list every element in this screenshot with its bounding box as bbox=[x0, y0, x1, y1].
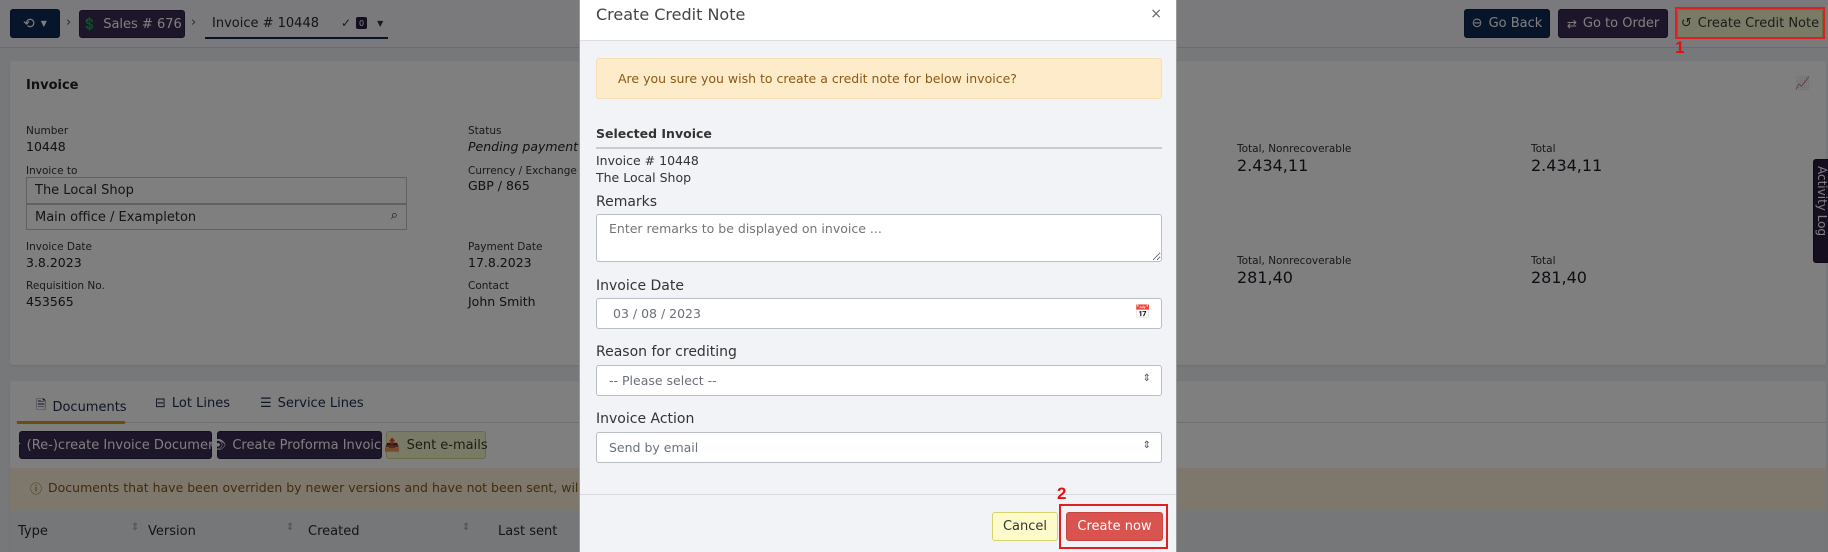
modal-header: Create Credit Note × bbox=[580, 0, 1176, 41]
select-arrows-icon: ⇕ bbox=[1142, 440, 1151, 451]
confirmation-alert: Are you sure you wish to create a credit… bbox=[596, 58, 1162, 99]
invoice-action-select[interactable]: Send by email ⇕ bbox=[596, 432, 1162, 463]
selected-invoice-number: Invoice # 10448 bbox=[596, 153, 699, 168]
modal-title: Create Credit Note bbox=[596, 5, 746, 24]
remarks-label: Remarks bbox=[596, 194, 658, 210]
selected-invoice-divider bbox=[596, 147, 1162, 149]
invoice-date-input[interactable]: 03 / 08 / 2023 📅 bbox=[596, 298, 1162, 329]
annotation-label-step-1: 1 bbox=[1675, 38, 1685, 57]
modal-footer-divider bbox=[580, 494, 1176, 495]
selected-invoice-heading: Selected Invoice bbox=[596, 126, 712, 141]
close-icon[interactable]: × bbox=[1150, 6, 1162, 22]
invoice-date-label: Invoice Date bbox=[596, 278, 684, 294]
select-arrows-icon: ⇕ bbox=[1142, 373, 1151, 384]
invoice-action-label: Invoice Action bbox=[596, 411, 695, 427]
create-credit-note-modal: Create Credit Note × Are you sure you wi… bbox=[579, 0, 1177, 552]
selected-invoice-customer: The Local Shop bbox=[596, 170, 692, 185]
reason-selected-value: -- Please select -- bbox=[609, 373, 717, 388]
cancel-button[interactable]: Cancel bbox=[992, 512, 1058, 541]
reason-select[interactable]: -- Please select -- ⇕ bbox=[596, 365, 1162, 396]
reason-label: Reason for crediting bbox=[596, 344, 737, 360]
cancel-label: Cancel bbox=[1002, 519, 1048, 534]
annotation-label-step-2: 2 bbox=[1057, 484, 1067, 503]
annotation-box-step-2 bbox=[1059, 504, 1168, 549]
calendar-icon[interactable]: 📅 bbox=[1135, 305, 1151, 320]
invoice-date-value: 03 / 08 / 2023 bbox=[613, 306, 701, 321]
annotation-box-step-1 bbox=[1675, 7, 1825, 39]
remarks-textarea[interactable] bbox=[596, 214, 1162, 262]
confirmation-alert-text: Are you sure you wish to create a credit… bbox=[618, 71, 1017, 86]
invoice-action-selected-value: Send by email bbox=[609, 440, 699, 455]
